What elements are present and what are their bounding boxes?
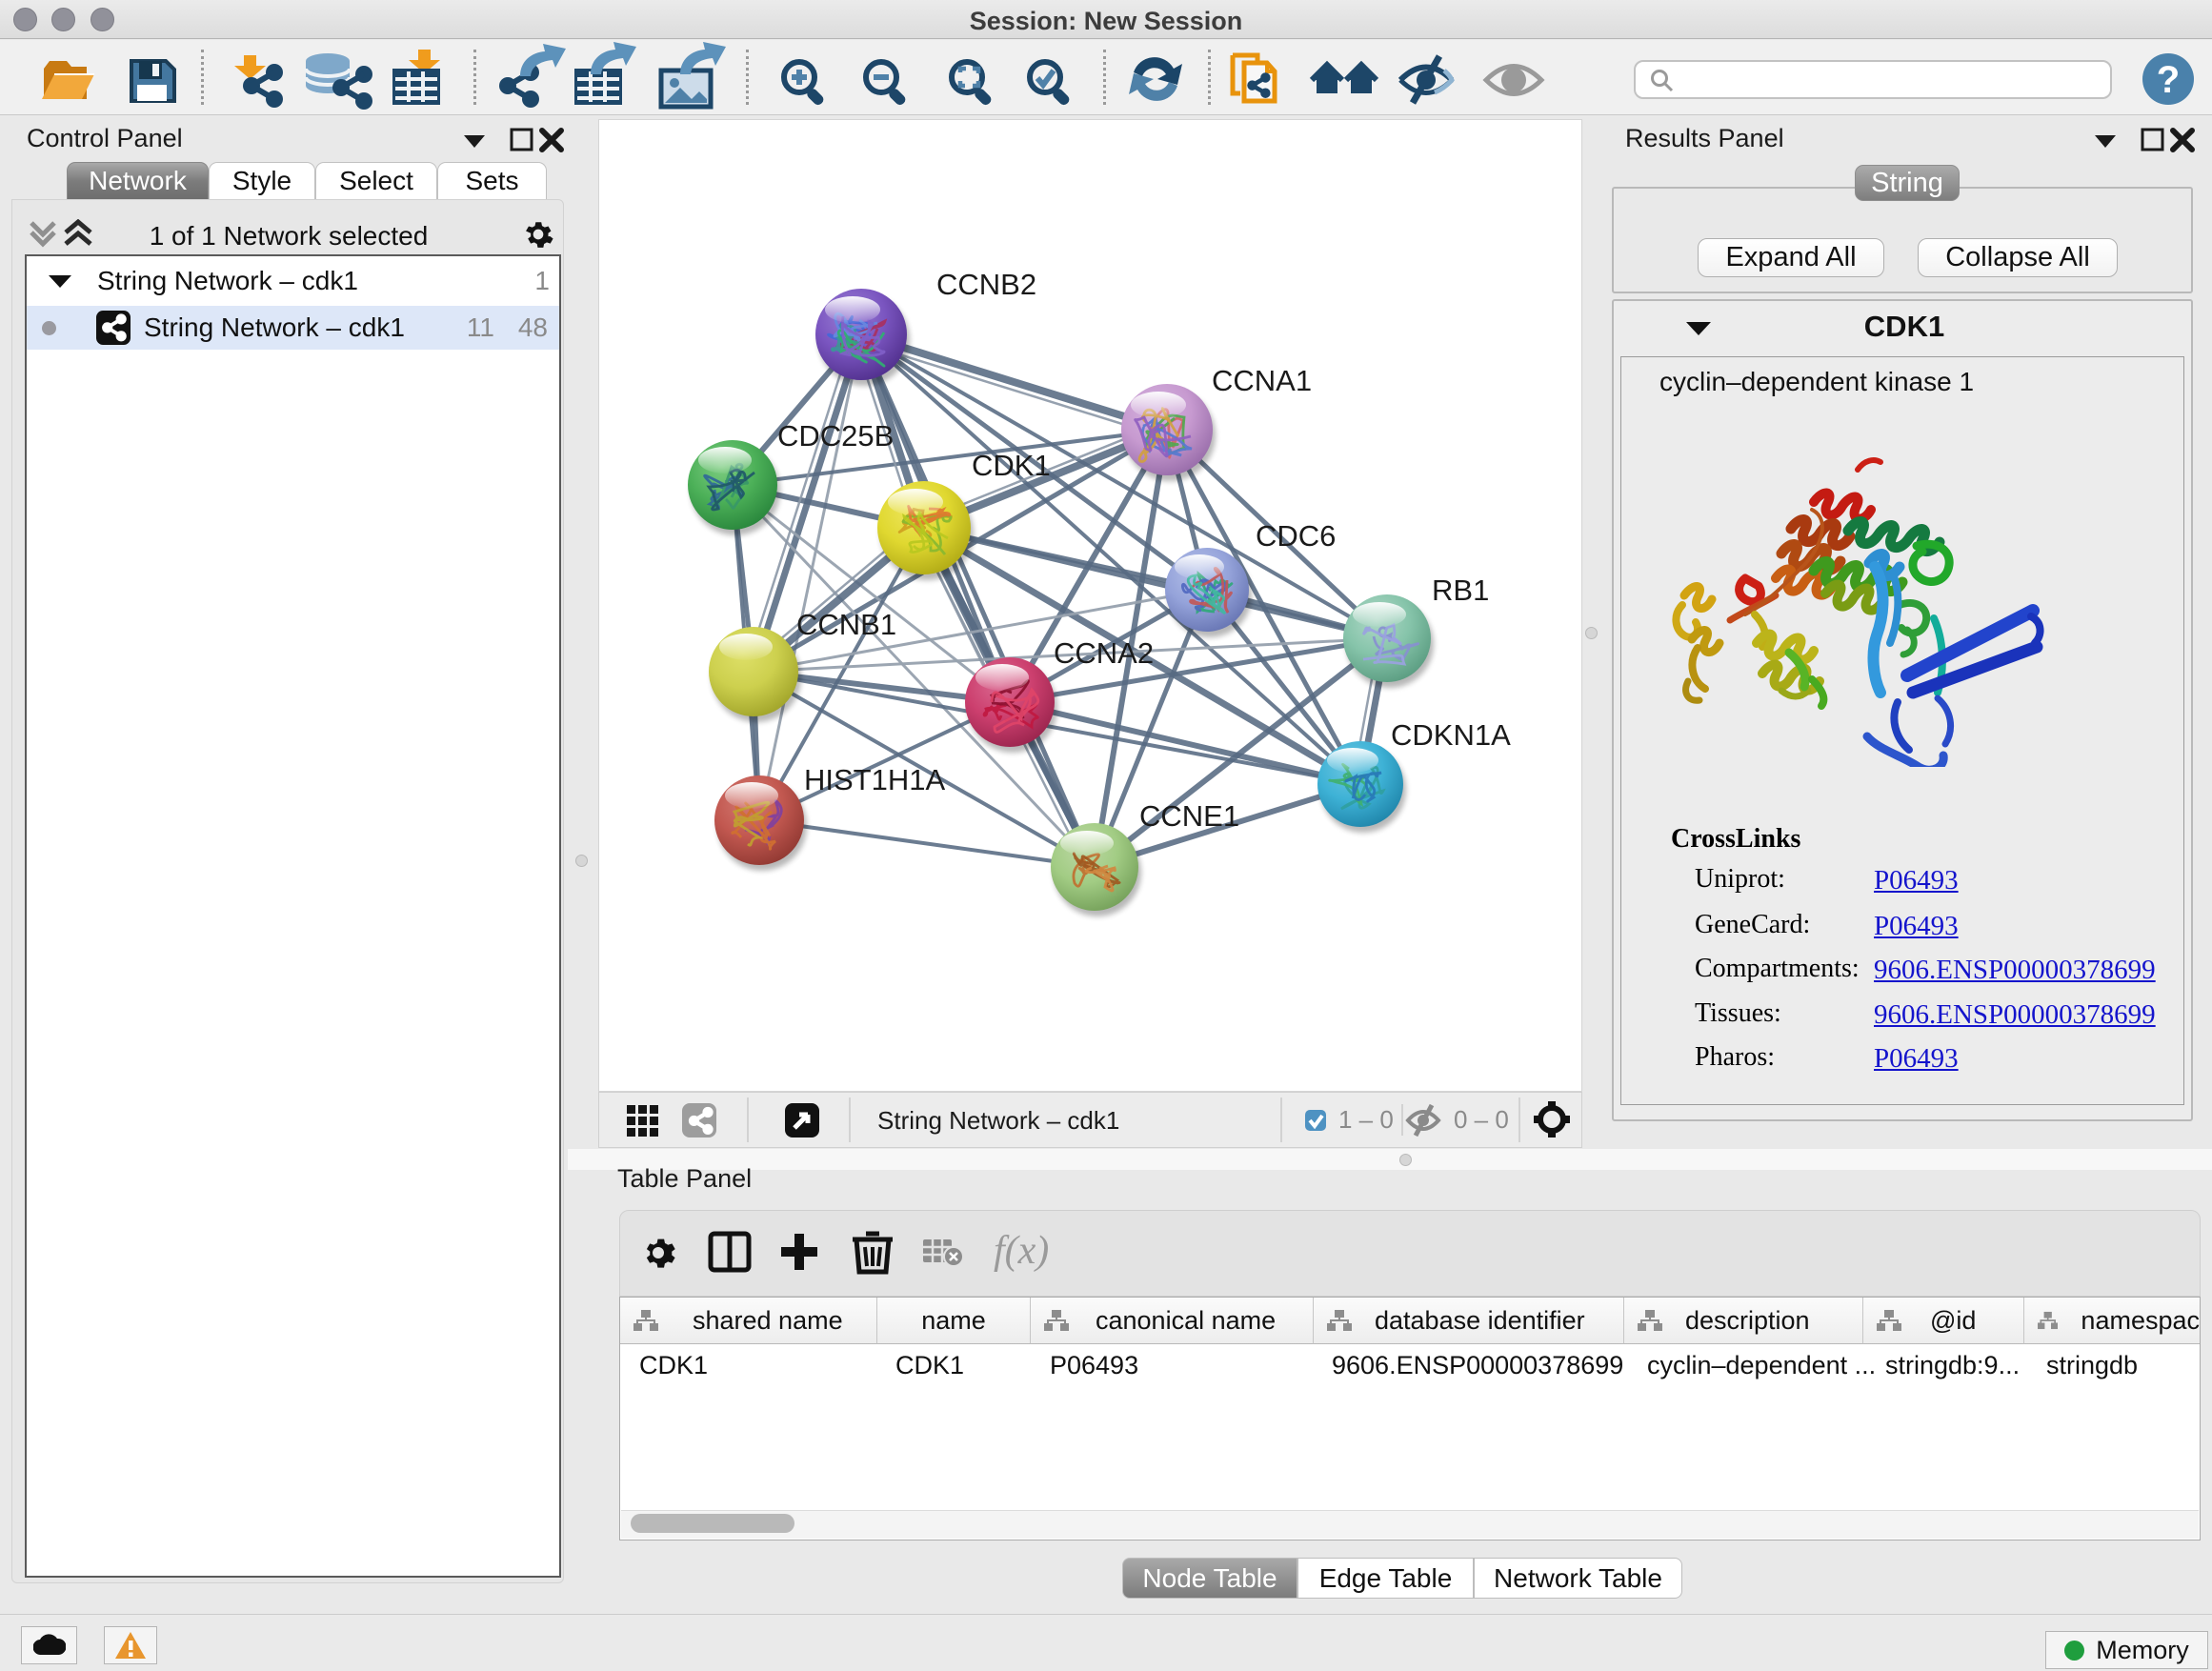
- svg-text:RB1: RB1: [1432, 574, 1489, 607]
- svg-text:CCNB1: CCNB1: [796, 608, 896, 641]
- svg-text:CCNB2: CCNB2: [936, 268, 1036, 301]
- svg-text:?: ?: [2157, 59, 2180, 101]
- svg-text:CDC25B: CDC25B: [777, 419, 894, 453]
- svg-text:CDC6: CDC6: [1256, 519, 1336, 553]
- svg-text:f(x): f(x): [994, 1229, 1049, 1273]
- svg-text:0 – 0: 0 – 0: [1454, 1105, 1509, 1134]
- svg-text:CDK1: CDK1: [972, 449, 1051, 482]
- svg-text:CCNA2: CCNA2: [1054, 636, 1154, 670]
- svg-text:CCNE1: CCNE1: [1139, 799, 1239, 833]
- svg-text:HIST1H1A: HIST1H1A: [804, 763, 945, 796]
- svg-text:String Network – cdk1: String Network – cdk1: [877, 1106, 1119, 1135]
- svg-text:CDKN1A: CDKN1A: [1391, 718, 1511, 752]
- svg-text:CCNA1: CCNA1: [1212, 364, 1312, 397]
- svg-text:1 – 0: 1 – 0: [1338, 1105, 1394, 1134]
